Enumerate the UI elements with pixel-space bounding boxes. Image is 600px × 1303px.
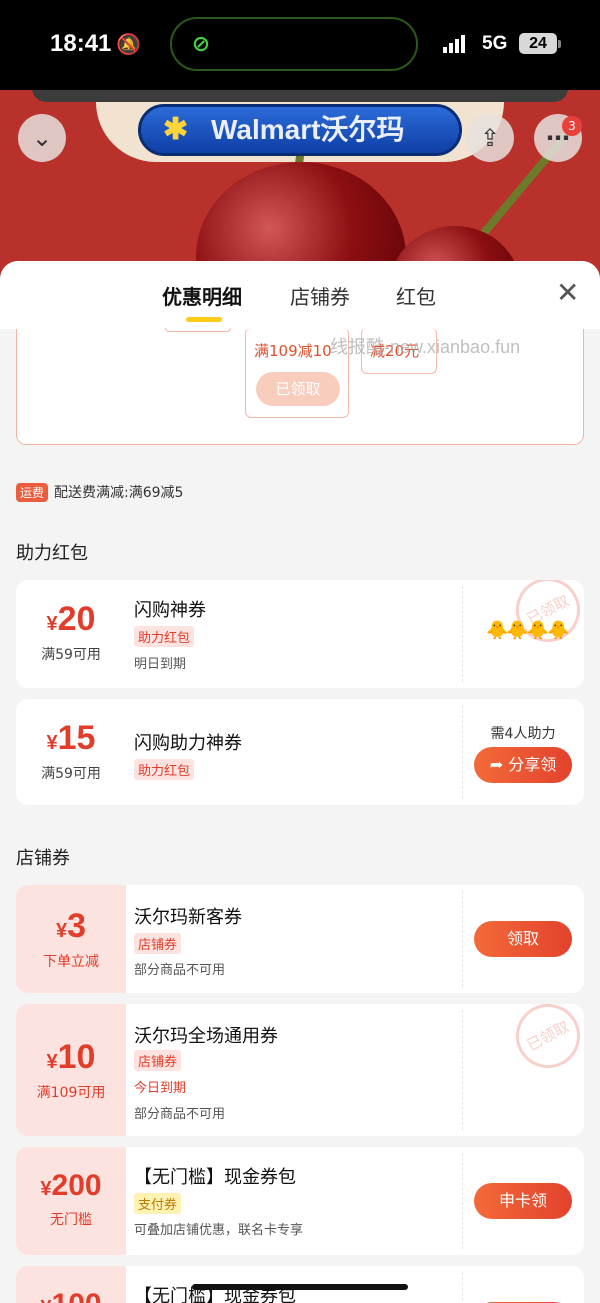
claim-button[interactable]: 领取: [474, 921, 572, 957]
walmart-logo: ✱ Walmart沃尔玛: [138, 104, 462, 156]
shipping-tag: 运费: [16, 483, 49, 502]
notification-badge: 3: [562, 116, 582, 136]
spark-icon: ✱: [163, 113, 189, 146]
section-title-assist: 助力红包: [16, 543, 88, 564]
coupon-title: 沃尔玛全场通用券: [134, 1026, 278, 1047]
coupon-divider: [462, 891, 463, 987]
coupon-value: ¥15 满59可用: [41, 719, 101, 782]
coupon-divider: [462, 705, 463, 799]
coupon-value: ¥200 无门槛: [16, 1147, 126, 1255]
section-title-store: 店铺券: [16, 848, 70, 869]
sheet-header: 优惠明细 店铺券 红包 ✕: [0, 261, 600, 329]
tab-store-coupons[interactable]: 店铺券: [290, 281, 350, 310]
coupon-expiry: 明日到期: [134, 657, 187, 672]
coupon-divider: [462, 1153, 463, 1249]
claimed-button[interactable]: 已领取: [256, 372, 340, 406]
coupon-expiry: 今日到期: [134, 1081, 187, 1096]
watermark: 线报酷-new.xianbao.fun: [330, 337, 521, 357]
status-time: 18:41: [50, 30, 112, 57]
battery-icon: 24: [519, 33, 557, 54]
coupon-title: 闪购神券: [134, 600, 206, 621]
shipping-info: 运费 配送费满减:满69减5: [16, 482, 183, 502]
coupon-card: ¥200 无门槛 【无门槛】现金券包 支付券 可叠加店铺优惠，联名卡专享 申卡领: [16, 1147, 584, 1255]
assist-requirement: 需4人助力: [490, 726, 556, 742]
tab-red-packets[interactable]: 红包: [396, 281, 436, 310]
coupon-card: ¥15 满59可用 闪购助力神券 助力红包 需4人助力 ➦ 分享领: [16, 699, 584, 805]
helper-avatars: 🐥🐥🐥🐥: [486, 620, 570, 641]
apply-card-claim-button[interactable]: 申卡领: [474, 1183, 572, 1219]
coupon-tag: 助力红包: [134, 759, 195, 780]
status-bar: 18:41 🔕 ⊘ 5G 24: [0, 0, 600, 90]
coupon-title: 【无门槛】现金券包: [134, 1167, 296, 1188]
coupon-tag: 店铺券: [134, 1050, 182, 1071]
network-label: 5G: [482, 33, 508, 54]
coupon-card: ¥10 满109可用 沃尔玛全场通用券 店铺券 今日到期 部分商品不可用 已领取: [16, 1004, 584, 1136]
coupon-value: ¥100: [16, 1266, 126, 1303]
dynamic-island: ⊘: [170, 17, 418, 71]
coupon-tag: 店铺券: [134, 933, 182, 954]
coupon-title: 闪购助力神券: [134, 733, 242, 754]
coupon-card: ¥3 下单立减 沃尔玛新客券 店铺券 部分商品不可用 领取: [16, 885, 584, 993]
coupon-tag: 支付券: [134, 1193, 182, 1214]
share-arrow-icon: ➦: [489, 755, 509, 774]
coupon-card: ¥20 满59可用 闪购神券 助力红包 明日到期 已领取 🐥🐥🐥🐥: [16, 580, 584, 688]
coupon-note: 部分商品不可用: [134, 1107, 226, 1122]
collapse-button[interactable]: ⌄: [18, 114, 66, 162]
store-hero: ✱ Walmart沃尔玛 ⌄ ⇪ ⋯ 3: [0, 90, 600, 290]
coupon-value: ¥10 满109可用: [16, 1004, 126, 1136]
close-icon[interactable]: ✕: [556, 279, 579, 307]
battery-cap: [558, 40, 561, 48]
coupon-value: ¥20 满59可用: [41, 600, 101, 663]
home-indicator[interactable]: [192, 1284, 408, 1290]
bell-muted-icon: 🔕: [116, 32, 141, 56]
share-claim-button[interactable]: ➦ 分享领: [474, 747, 572, 783]
coupon-tag: 助力红包: [134, 626, 195, 647]
coupon-value: ¥3 下单立减: [16, 885, 126, 993]
coupon-note: 部分商品不可用: [134, 963, 226, 978]
claimed-stamp: 已领取: [504, 1004, 584, 1080]
coupon-sheet: 优惠明细 店铺券 红包 ✕ 满109减10 已领取 减20元 运费 配送费满减:满…: [0, 261, 600, 1303]
mini-coupon-partial: [165, 328, 231, 332]
coupon-title: 沃尔玛新客券: [134, 907, 242, 928]
active-tab-indicator: [186, 317, 222, 322]
signal-icon: [443, 34, 467, 53]
share-button[interactable]: ⇪: [466, 114, 514, 162]
tab-discount-details[interactable]: 优惠明细: [162, 281, 242, 310]
coupon-divider: [462, 1010, 463, 1130]
coupon-divider: [462, 1272, 463, 1303]
coupon-divider: [462, 586, 463, 682]
share-icon: ⇪: [479, 124, 501, 152]
coupon-note: 可叠加店铺优惠，联名卡专享: [134, 1223, 304, 1238]
chevron-down-icon: ⌄: [31, 124, 53, 152]
link-icon: ⊘: [191, 32, 211, 57]
claimed-stamp: 已领取: [504, 580, 584, 654]
hero-tab: [32, 90, 568, 102]
